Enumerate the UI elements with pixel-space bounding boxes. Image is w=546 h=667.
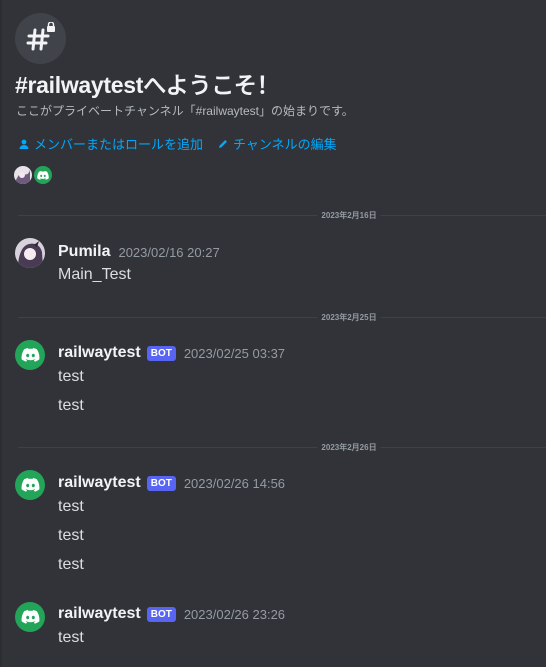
discord-logo-icon <box>21 348 39 362</box>
timestamp: 2023/02/16 20:27 <box>118 244 220 260</box>
username[interactable]: railwaytest <box>58 344 141 362</box>
person-add-icon <box>19 139 29 149</box>
member-avatar[interactable] <box>14 166 32 184</box>
channel-members <box>14 166 52 184</box>
timestamp: 2023/02/25 03:37 <box>183 345 286 361</box>
date-divider-label: 2023年2月16日 <box>317 210 381 221</box>
username[interactable]: railwaytest <box>58 474 141 492</box>
welcome-subtitle: ここがプライベートチャンネル「#railwaytest」の始まりです。 <box>16 104 354 118</box>
welcome-actions: メンバーまたはロールを追加 チャンネルの編集 <box>18 134 337 153</box>
pencil-icon <box>219 139 228 148</box>
left-edge <box>0 0 2 667</box>
avatar[interactable] <box>15 238 45 268</box>
date-divider: 2023年2月16日 <box>18 210 546 221</box>
message-content: test <box>58 629 84 646</box>
welcome-title: #railwaytestへようこそ！ <box>15 72 280 98</box>
username[interactable]: railwaytest <box>58 605 141 623</box>
message-content: Main_Test <box>58 266 131 283</box>
bot-tag: BOT <box>146 345 176 361</box>
member-avatar[interactable] <box>34 166 52 184</box>
hashtag-lock-icon <box>15 13 66 64</box>
date-divider-label: 2023年2月26日 <box>317 442 381 453</box>
username[interactable]: Pumila <box>58 243 110 261</box>
message-content: test <box>58 368 84 385</box>
edit-channel-button[interactable]: チャンネルの編集 <box>217 134 337 153</box>
message-header: railwaytest BOT 2023/02/26 14:56 <box>58 474 285 492</box>
add-members-button[interactable]: メンバーまたはロールを追加 <box>18 134 203 153</box>
avatar[interactable] <box>15 340 45 370</box>
message-header: Pumila 2023/02/16 20:27 <box>58 243 220 261</box>
timestamp: 2023/02/26 23:26 <box>183 606 286 622</box>
timestamp: 2023/02/26 14:56 <box>183 475 286 491</box>
discord-logo-icon <box>21 478 39 492</box>
date-divider-label: 2023年2月25日 <box>317 312 381 323</box>
date-divider: 2023年2月26日 <box>18 442 546 453</box>
message-content: test <box>58 498 84 515</box>
edit-channel-label: チャンネルの編集 <box>233 137 337 152</box>
message-header: railwaytest BOT 2023/02/26 23:26 <box>58 605 285 623</box>
add-members-label: メンバーまたはロールを追加 <box>34 137 204 152</box>
avatar[interactable] <box>15 602 45 632</box>
message-header: railwaytest BOT 2023/02/25 03:37 <box>58 344 285 362</box>
discord-logo-icon <box>21 610 39 624</box>
date-divider: 2023年2月25日 <box>18 312 546 323</box>
bot-tag: BOT <box>146 475 176 491</box>
message-content: test <box>58 397 84 414</box>
discord-logo-icon <box>37 170 49 180</box>
message-content: test <box>58 527 84 544</box>
avatar[interactable] <box>15 470 45 500</box>
message-content: test <box>58 556 84 573</box>
bot-tag: BOT <box>146 606 176 622</box>
